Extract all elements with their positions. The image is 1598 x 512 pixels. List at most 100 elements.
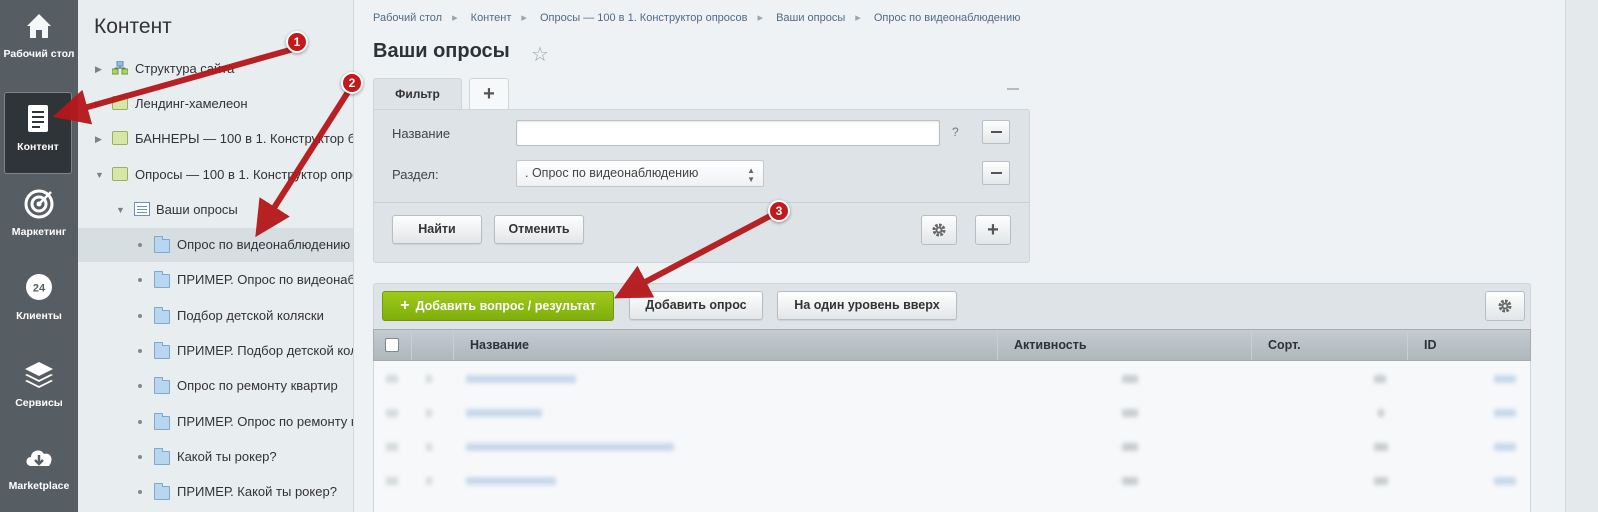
select-arrows-icon: ▲ ▼ xyxy=(747,166,755,184)
add-question-result-button[interactable]: + Добавить вопрос / результат xyxy=(382,291,614,321)
bullet-icon xyxy=(138,278,142,282)
tree-title: Контент xyxy=(94,15,172,38)
page-scrollbar[interactable] xyxy=(1565,0,1598,512)
expand-arrow-icon[interactable]: ▶ xyxy=(95,64,105,74)
tab-filter[interactable]: Фильтр xyxy=(373,78,462,110)
grid-actions-column xyxy=(411,330,453,360)
tree-item[interactable]: Какой ты рокер? xyxy=(78,440,353,474)
column-activity[interactable]: Активность xyxy=(997,330,1251,360)
clients-24-icon: 24 xyxy=(26,274,52,300)
tree-item-label: Структура сайта xyxy=(135,61,235,76)
tree-item[interactable]: ПРИМЕР. Подбор детской кол xyxy=(78,334,353,368)
folder-icon xyxy=(154,307,170,324)
rail-item-label: Маркетинг xyxy=(11,226,67,238)
target-icon xyxy=(24,189,54,219)
cancel-button[interactable]: Отменить xyxy=(494,215,584,244)
tree-item-label: Опрос по видеонаблюдению xyxy=(177,237,351,252)
filter-settings-button[interactable] xyxy=(921,215,957,245)
tree-item-banners[interactable]: ▶ БАННЕРЫ — 100 в 1. Конструктор б xyxy=(78,122,354,156)
structure-icon xyxy=(112,61,128,75)
tree-item-label: Опросы — 100 в 1. Конструктор опрос xyxy=(135,167,354,182)
add-filter-field-button[interactable]: + xyxy=(975,215,1011,245)
tree-item-landing[interactable]: ▶ Лендинг-хамелеон xyxy=(78,87,353,121)
rail-item-services[interactable]: Сервисы xyxy=(0,357,78,439)
column-name[interactable]: Название xyxy=(453,330,997,360)
breadcrumb: Рабочий стол ▸ Контент ▸ Опросы — 100 в 1.… xyxy=(373,11,1020,24)
main-area: Рабочий стол ▸ Контент ▸ Опросы — 100 в 1.… xyxy=(355,0,1565,512)
column-id[interactable]: ID xyxy=(1407,330,1530,360)
collapse-arrow-icon[interactable]: ▼ xyxy=(95,170,105,180)
table-row[interactable] xyxy=(374,431,1530,465)
folder-icon xyxy=(154,413,170,430)
tree-item-label: Какой ты рокер? xyxy=(177,449,277,464)
folder-icon xyxy=(154,448,170,465)
annotation-badge-2: 2 xyxy=(341,72,363,94)
tree-item-polls-module[interactable]: ▼ Опросы — 100 в 1. Конструктор опрос xyxy=(78,158,354,192)
breadcrumb-link[interactable]: Опрос по видеонаблюдению xyxy=(874,12,1021,24)
tree-item[interactable]: ПРИМЕР. Опрос по ремонту к xyxy=(78,405,353,439)
collapse-arrow-icon[interactable]: ▼ xyxy=(116,205,126,215)
help-icon[interactable]: ? xyxy=(952,125,959,139)
remove-section-field-button[interactable] xyxy=(982,161,1010,185)
bullet-icon xyxy=(138,243,142,247)
tree-item-site-structure[interactable]: ▶ Структура сайта xyxy=(78,52,353,86)
breadcrumb-link[interactable]: Контент xyxy=(471,12,512,24)
expand-arrow-icon[interactable]: ▶ xyxy=(95,134,105,144)
breadcrumb-link[interactable]: Ваши опросы xyxy=(776,12,845,24)
rail-item-label: Сервисы xyxy=(15,397,63,409)
svg-text:24: 24 xyxy=(33,283,46,295)
find-button[interactable]: Найти xyxy=(392,215,482,244)
tree-item[interactable]: ПРИМЕР. Опрос по видеонаб xyxy=(78,263,353,297)
list-toolbar: + Добавить вопрос / результат Добавить оп… xyxy=(373,283,1531,329)
rail-item-marketplace[interactable]: Marketplace xyxy=(0,440,78,512)
select-all-checkbox[interactable] xyxy=(385,338,399,352)
breadcrumb-link[interactable]: Рабочий стол xyxy=(373,12,442,24)
tree-item[interactable]: ПРИМЕР. Какой ты рокер? xyxy=(78,475,353,509)
table-row[interactable] xyxy=(374,363,1530,397)
table-row[interactable] xyxy=(374,465,1530,499)
tree-item-label: Ваши опросы xyxy=(156,202,238,217)
section-select-value: . Опрос по видеонаблюдению xyxy=(525,166,699,180)
filter-name-input[interactable] xyxy=(516,120,940,146)
iblock-icon xyxy=(112,96,128,110)
grid-header: Название Активность Сорт. ID xyxy=(373,329,1531,361)
tree-item[interactable]: Опрос по ремонту квартир xyxy=(78,369,353,403)
bullet-icon xyxy=(138,384,142,388)
collapse-filter-icon[interactable] xyxy=(1007,88,1019,90)
favorite-star-icon[interactable]: ☆ xyxy=(531,42,549,67)
breadcrumb-separator-icon: ▸ xyxy=(521,12,527,24)
tree-item-video-poll[interactable]: Опрос по видеонаблюдению xyxy=(78,228,353,262)
breadcrumb-link[interactable]: Опросы — 100 в 1. Конструктор опросов xyxy=(540,12,747,24)
rail-item-content[interactable]: Контент xyxy=(4,92,72,174)
document-icon xyxy=(28,105,48,132)
bullet-icon xyxy=(138,314,142,318)
remove-name-field-button[interactable] xyxy=(982,120,1010,144)
tree-item-label: БАННЕРЫ — 100 в 1. Конструктор б xyxy=(135,131,354,146)
rail-item-desktop[interactable]: Рабочий стол xyxy=(0,8,78,90)
rail-item-label: Контент xyxy=(17,141,59,153)
add-filter-tab-button[interactable]: + xyxy=(469,78,509,110)
tree-item[interactable]: Подбор детской коляски xyxy=(78,299,353,333)
grid-body xyxy=(373,361,1531,512)
table-row[interactable] xyxy=(374,397,1530,431)
rail-item-clients[interactable]: 24 Клиенты xyxy=(0,270,78,352)
list-icon xyxy=(134,202,150,216)
annotation-badge-1: 1 xyxy=(286,31,308,53)
rail-item-label: Рабочий стол xyxy=(3,48,75,60)
gear-icon xyxy=(1498,299,1512,313)
bullet-icon xyxy=(138,349,142,353)
expand-arrow-icon[interactable]: ▶ xyxy=(95,99,105,109)
column-sort[interactable]: Сорт. xyxy=(1251,330,1407,360)
bullet-icon xyxy=(138,455,142,459)
list-settings-button[interactable] xyxy=(1485,291,1525,321)
rail-item-label: Клиенты xyxy=(16,310,62,322)
breadcrumb-separator-icon: ▸ xyxy=(452,12,458,24)
folder-icon xyxy=(154,236,170,253)
tree-item-label: Опрос по ремонту квартир xyxy=(177,378,338,393)
level-up-button[interactable]: На один уровень вверх xyxy=(777,291,957,320)
section-select[interactable]: . Опрос по видеонаблюдению ▲ ▼ xyxy=(516,160,764,187)
annotation-badge-3: 3 xyxy=(768,200,790,222)
tree-item-your-polls[interactable]: ▼ Ваши опросы xyxy=(78,193,353,227)
rail-item-marketing[interactable]: Маркетинг xyxy=(0,186,78,268)
add-poll-button[interactable]: Добавить опрос xyxy=(629,291,763,320)
